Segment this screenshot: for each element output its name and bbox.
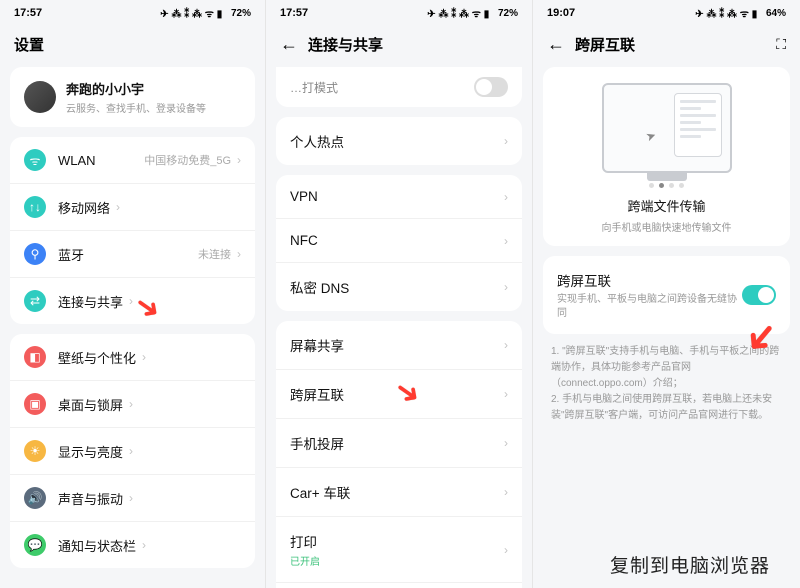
chevron-right-icon: › [129,444,133,458]
brightness-icon: ☀ [24,440,46,462]
chevron-right-icon: › [504,190,508,204]
bluetooth-icon: ⚲ [24,243,46,265]
profile-card[interactable]: 奔跑的小小宇 云服务、查找手机、登录设备等 [10,67,255,127]
row-mobile-network[interactable]: ↑↓ 移动网络 › [10,184,255,231]
illus-title: 跨端文件传输 [557,196,776,215]
home-icon: ▣ [24,393,46,415]
avatar [24,81,56,113]
row-print[interactable]: 打印 已开启 › [276,517,522,583]
notification-icon: 💬 [24,534,46,556]
row-nfc[interactable]: NFC › [276,219,522,263]
row-quick-connect[interactable]: 设备快连 允许本设备快速发现并连接附近的设备 [276,583,522,588]
chevron-right-icon: › [504,436,508,450]
status-icons: ✈ ⁂ ⁑ ⁂ ᯤ ▮ 72% [160,6,251,20]
chevron-right-icon: › [142,538,146,552]
chevron-right-icon: › [504,338,508,352]
wallpaper-icon: ◧ [24,346,46,368]
share-icon: ⇄ [24,290,46,312]
chevron-right-icon: › [142,350,146,364]
page-header: ← 跨屏互联 ⛶ [533,24,800,67]
row-car[interactable]: Car+ 车联 › [276,468,522,517]
chevron-right-icon: › [237,153,241,167]
status-icons: ✈ ⁂ ⁑ ⁂ ᯤ ▮ 64% [695,6,786,20]
chevron-right-icon: › [129,294,133,308]
row-wallpaper[interactable]: ◧ 壁纸与个性化 › [10,334,255,381]
page-title: 连接与共享 [308,34,383,55]
row-phone-cast[interactable]: 手机投屏 › [276,419,522,468]
chevron-right-icon: › [504,134,508,148]
row-screen-share[interactable]: 屏幕共享 › [276,321,522,370]
row-bluetooth[interactable]: ⚲ 蓝牙 未连接 › [10,231,255,278]
status-bar: 19:07 ✈ ⁂ ⁑ ⁂ ᯤ ▮ 64% [533,0,800,24]
cursor-icon: ➤ [643,128,657,145]
row-connect-share[interactable]: ⇄ 连接与共享 › [10,278,255,324]
data-icon: ↑↓ [24,196,46,218]
status-bar: 17:57 ✈ ⁂ ⁑ ⁂ ᯤ ▮ 72% [0,0,265,24]
chevron-right-icon: › [116,200,120,214]
page-title: 跨屏互联 [575,34,635,55]
status-time: 17:57 [14,7,42,19]
chevron-right-icon: › [504,280,508,294]
chevron-right-icon: › [504,485,508,499]
scan-icon[interactable]: ⛶ [776,36,786,53]
page-header: 设置 [0,24,265,67]
row-vpn[interactable]: VPN › [276,175,522,219]
chevron-right-icon: › [504,543,508,557]
page-header: ← 连接与共享 [266,24,532,67]
row-cross-screen-toggle[interactable]: 跨屏互联 实现手机、平板与电脑之间跨设备无缝协同 [543,256,790,334]
illus-sub: 向手机或电脑快速地传输文件 [557,219,776,234]
chevron-right-icon: › [129,491,133,505]
fine-print: 1. "跨屏互联"支持手机与电脑、手机与平板之间的跨端协作，具体功能参考产品官网… [533,344,800,424]
profile-sub: 云服务、查找手机、登录设备等 [66,100,206,115]
chevron-right-icon: › [237,247,241,261]
monitor-illustration: ➤ [602,83,732,173]
sound-icon: 🔊 [24,487,46,509]
profile-name: 奔跑的小小宇 [66,79,206,98]
chevron-right-icon: › [504,387,508,401]
row-notifications[interactable]: 💬 通知与状态栏 › [10,522,255,568]
wifi-icon: ᯤ [24,149,46,171]
page-title: 设置 [14,34,44,55]
row-hotspot[interactable]: 个人热点 › [276,117,522,165]
page-dots[interactable] [557,183,776,188]
illustration-card: ➤ 跨端文件传输 向手机或电脑快速地传输文件 [543,67,790,246]
status-icons: ✈ ⁂ ⁑ ⁂ ᯤ ▮ 72% [427,6,518,20]
chevron-right-icon: › [129,397,133,411]
row-wlan[interactable]: ᯤ WLAN 中国移动免费_5G › [10,137,255,184]
back-icon[interactable]: ← [280,34,298,55]
back-icon[interactable]: ← [547,34,565,55]
status-time: 19:07 [547,7,575,19]
status-time: 17:57 [280,7,308,19]
row-cross-screen[interactable]: 跨屏互联 › [276,370,522,419]
row-display[interactable]: ☀ 显示与亮度 › [10,428,255,475]
overlay-caption: 复制到电脑浏览器 [610,551,770,578]
row-private-dns[interactable]: 私密 DNS › [276,263,522,311]
chevron-right-icon: › [504,234,508,248]
row-sound[interactable]: 🔊 声音与振动 › [10,475,255,522]
row-partial[interactable]: …打模式 [276,67,522,107]
row-home-lock[interactable]: ▣ 桌面与锁屏 › [10,381,255,428]
status-bar: 17:57 ✈ ⁂ ⁑ ⁂ ᯤ ▮ 72% [266,0,532,24]
toggle[interactable] [474,77,508,97]
toggle-on[interactable] [742,285,776,305]
